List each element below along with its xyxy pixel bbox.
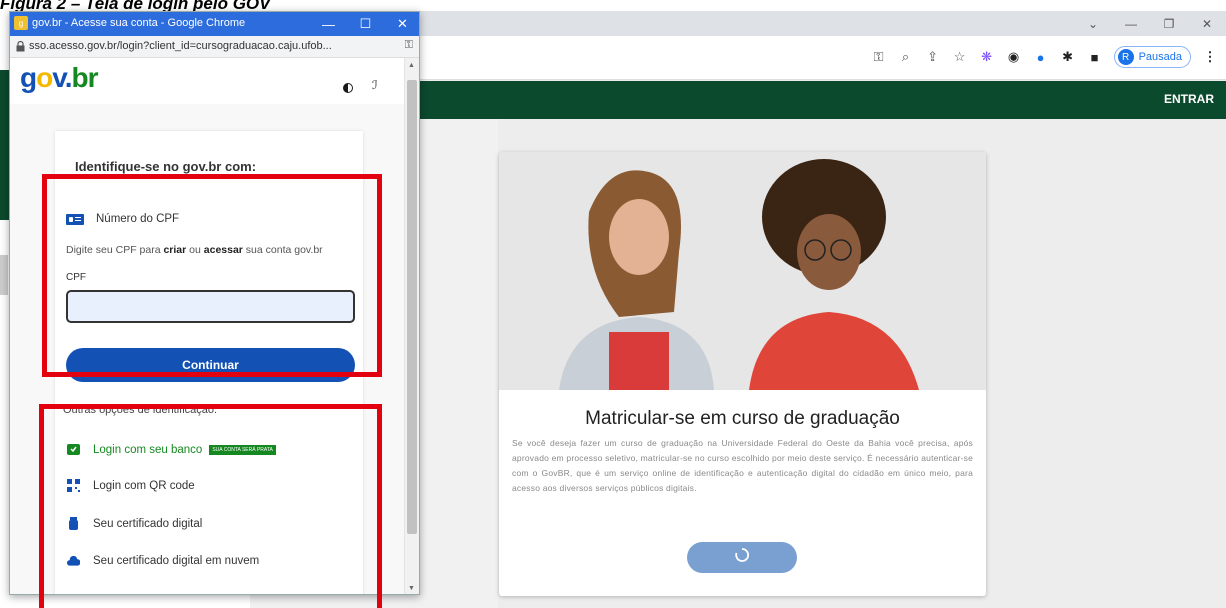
zoom-icon[interactable]: ⌕ xyxy=(898,49,914,65)
govbr-logo: gov.br xyxy=(20,62,99,93)
profile-button[interactable]: R Pausada xyxy=(1113,46,1191,68)
login-title: Identifique-se no gov.br com: xyxy=(75,159,257,174)
govbr-header: gov.br ℐ xyxy=(10,58,406,104)
loading-button[interactable] xyxy=(687,542,797,573)
govbr-favicon-icon: g xyxy=(14,16,28,30)
restore-icon[interactable]: ❐ xyxy=(1150,11,1188,36)
avatar: R xyxy=(1117,49,1134,65)
extension-g-icon[interactable]: ◉ xyxy=(1006,49,1022,65)
background-window-controls: ⌄ — ❐ ✕ xyxy=(1074,11,1226,36)
accessibility-hand-icon[interactable]: ℐ xyxy=(372,78,378,92)
scroll-down-arrow-icon[interactable]: ▼ xyxy=(408,585,415,592)
popup-window-title: gov.br - Acesse sua conta - Google Chrom… xyxy=(32,17,246,29)
star-icon[interactable]: ☆ xyxy=(952,49,968,65)
key-icon[interactable]: ⚿ xyxy=(871,49,887,65)
popup-scrollbar[interactable]: ▲ ▼ xyxy=(404,58,419,594)
highlight-box-cpf xyxy=(42,174,382,377)
service-card: Matricular-se em curso de graduação Se v… xyxy=(499,152,986,596)
students-photo xyxy=(499,152,986,390)
highlight-box-other-options xyxy=(39,404,382,608)
maximize-icon[interactable]: ☐ xyxy=(347,12,384,36)
puzzle-icon[interactable]: ✱ xyxy=(1060,49,1076,65)
entrar-link[interactable]: ENTRAR xyxy=(1164,92,1214,106)
contrast-icon[interactable] xyxy=(343,83,353,93)
key-icon[interactable]: ⚿ xyxy=(405,39,413,52)
close-icon[interactable]: ✕ xyxy=(1188,11,1226,36)
profile-status: Pausada xyxy=(1138,51,1182,63)
service-title: Matricular-se em curso de graduação xyxy=(585,408,900,429)
site-gray-strip xyxy=(0,255,8,295)
close-icon[interactable]: ✕ xyxy=(384,12,419,36)
toolbar-icons: ⚿ ⌕ ⇪ ☆ ❋ ◉ ● ✱ ■ R Pausada ⋮ xyxy=(871,44,1218,70)
extension-flower-icon[interactable]: ❋ xyxy=(979,49,995,65)
scroll-up-arrow-icon[interactable]: ▲ xyxy=(408,62,415,69)
popup-titlebar: g gov.br - Acesse sua conta - Google Chr… xyxy=(10,12,419,36)
minimize-icon[interactable]: — xyxy=(310,12,347,36)
minimize-icon[interactable]: — xyxy=(1112,11,1150,36)
lock-icon xyxy=(16,41,25,52)
chevron-down-icon[interactable]: ⌄ xyxy=(1074,11,1112,36)
screenshot-stage: Figura 2 – Tela de login pelo GOV ⌄ — ❐ … xyxy=(0,0,1226,608)
share-icon[interactable]: ⇪ xyxy=(925,49,941,65)
service-description: Se você deseja fazer um curso de graduaç… xyxy=(512,438,973,493)
menu-dots-icon[interactable]: ⋮ xyxy=(1202,49,1218,65)
popup-address-bar[interactable]: sso.acesso.gov.br/login?client_id=cursog… xyxy=(10,36,419,58)
popup-window-controls: — ☐ ✕ xyxy=(310,12,419,36)
loading-spinner-icon xyxy=(735,548,750,567)
sidepanel-icon[interactable]: ■ xyxy=(1087,49,1103,65)
extension-globe-icon[interactable]: ● xyxy=(1033,49,1049,65)
scroll-thumb[interactable] xyxy=(407,80,417,534)
popup-url: sso.acesso.gov.br/login?client_id=cursog… xyxy=(29,40,332,52)
